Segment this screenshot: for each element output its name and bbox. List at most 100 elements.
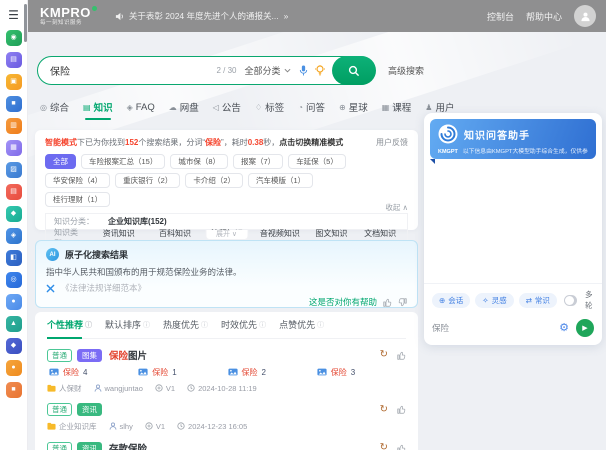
tab-FAQ[interactable]: ◈FAQ bbox=[127, 100, 155, 120]
assistant-settings-icon[interactable]: ⚙ bbox=[559, 323, 569, 334]
meta-author[interactable]: wangjuntao bbox=[94, 384, 143, 394]
sort-tab-个性推荐[interactable]: 个性推荐ⓘ bbox=[47, 318, 92, 333]
badge-app-icon[interactable]: ◈ bbox=[6, 228, 22, 244]
search-input[interactable]: 保险 bbox=[50, 63, 216, 78]
notes-app-icon[interactable]: ▤ bbox=[6, 184, 22, 200]
building-app-icon[interactable]: ▦ bbox=[6, 140, 22, 156]
image-link[interactable]: 保险3 bbox=[317, 367, 406, 378]
filter-chip[interactable]: 车延保（5） bbox=[288, 154, 346, 169]
meta-folder-icon bbox=[47, 422, 56, 432]
briefcase-app-icon[interactable]: ■ bbox=[6, 96, 22, 112]
message-app-icon[interactable]: ● bbox=[6, 294, 22, 310]
sidebar-scrollbar[interactable] bbox=[24, 4, 27, 42]
box-app-icon[interactable]: ◧ bbox=[6, 250, 22, 266]
assistant-input[interactable]: 保险 bbox=[432, 322, 559, 334]
expand-filters-button[interactable]: 展开 ∨ bbox=[205, 230, 248, 240]
chat-app-icon[interactable]: ◉ bbox=[6, 30, 22, 46]
assistant-action-会话[interactable]: ⊕会话 bbox=[432, 293, 470, 308]
menu-toggle-icon[interactable]: ☰ bbox=[6, 8, 22, 22]
send-button[interactable]: ▶ bbox=[576, 319, 594, 337]
refresh-icon[interactable]: ↻ bbox=[380, 350, 388, 360]
pie-app-icon[interactable]: ● bbox=[6, 360, 22, 376]
tab-label: 网盘 bbox=[180, 100, 199, 114]
assistant-action-灵感[interactable]: ✧灵感 bbox=[475, 293, 513, 308]
thumbs-up-icon[interactable] bbox=[397, 405, 406, 414]
tab-icon: ♢ bbox=[255, 103, 262, 112]
ai-source-link[interactable]: 《法律法规详细范本》 bbox=[46, 282, 407, 294]
shield-app-icon[interactable]: ■ bbox=[6, 382, 22, 398]
smart-tips-icon[interactable] bbox=[315, 65, 325, 76]
precise-mode-switch[interactable]: 点击切换精准模式 bbox=[279, 137, 343, 148]
assistant-action-常识[interactable]: ⇄常识 bbox=[519, 293, 557, 308]
category-dropdown[interactable]: 全部分类 bbox=[244, 64, 290, 77]
tab-知识[interactable]: ▤知识 bbox=[83, 100, 113, 120]
refresh-icon[interactable]: ↻ bbox=[380, 443, 388, 450]
result-title[interactable]: 存款保险 bbox=[109, 441, 147, 450]
advanced-search-link[interactable]: 高级搜索 bbox=[388, 64, 424, 77]
help-center-link[interactable]: 帮助中心 bbox=[526, 10, 562, 23]
announcement-bar[interactable]: 关于表彰 2024 年度先进个人的通报关... » bbox=[115, 10, 288, 22]
thumbs-down-icon[interactable] bbox=[398, 298, 407, 307]
thumbs-up-icon[interactable] bbox=[383, 298, 392, 307]
search-char-counter: 2 / 30 bbox=[216, 66, 236, 75]
sort-tab-热度优先[interactable]: 热度优先ⓘ bbox=[163, 318, 208, 333]
thumbs-up-icon[interactable] bbox=[397, 444, 406, 450]
tab-icon: ☁ bbox=[169, 103, 177, 112]
console-link[interactable]: 控制台 bbox=[487, 10, 514, 23]
tab-课程[interactable]: ▦课程 bbox=[382, 100, 412, 120]
filter-chip[interactable]: 桂行理财（1） bbox=[45, 192, 110, 207]
filter-value[interactable]: 企业知识库(152) bbox=[108, 216, 167, 227]
filter-chip[interactable]: 卡介绍（2） bbox=[185, 173, 243, 188]
filter-chip[interactable]: 报案（7） bbox=[233, 154, 283, 169]
meta-author[interactable]: slhy bbox=[109, 422, 133, 432]
result-title[interactable]: 保险图片 bbox=[109, 348, 147, 362]
tab-综合[interactable]: ◎综合 bbox=[40, 100, 69, 120]
mountain-app-icon[interactable]: ▲ bbox=[6, 316, 22, 332]
filter-chip[interactable]: 华安保险（4） bbox=[45, 173, 110, 188]
image-link[interactable]: 保险1 bbox=[138, 367, 227, 378]
map-app-icon[interactable]: ◆ bbox=[6, 206, 22, 222]
kmpro-logo[interactable]: KMPRO 每一刻知识服务 bbox=[40, 6, 97, 27]
refresh-icon[interactable]: ↻ bbox=[380, 405, 388, 415]
ribbon-app-icon[interactable]: ◆ bbox=[6, 338, 22, 354]
image-link[interactable]: 保险4 bbox=[49, 367, 138, 378]
tab-星球[interactable]: ⊕星球 bbox=[339, 100, 368, 120]
announcement-more[interactable]: » bbox=[284, 11, 289, 21]
filter-chip[interactable]: 全部 bbox=[45, 154, 76, 169]
search-bar[interactable]: 保险 2 / 30 全部分类 bbox=[37, 56, 375, 85]
filter-chip[interactable]: 城市保（8） bbox=[170, 154, 228, 169]
gear-app-icon[interactable]: ◎ bbox=[6, 272, 22, 288]
meta-folder[interactable]: 人保财 bbox=[47, 383, 82, 394]
filter-chip[interactable]: 重庆银行（2） bbox=[115, 173, 180, 188]
tab-用户[interactable]: ♟用户 bbox=[425, 100, 454, 120]
sort-tab-点赞优先[interactable]: 点赞优先ⓘ bbox=[279, 318, 324, 333]
image-icon bbox=[317, 368, 327, 378]
tab-标签[interactable]: ♢标签 bbox=[255, 100, 284, 120]
sort-tab-时效优先[interactable]: 时效优先ⓘ bbox=[221, 318, 266, 333]
tab-问答[interactable]: ◔问答 bbox=[298, 100, 325, 120]
smart-mode-label[interactable]: 智能模式 bbox=[45, 137, 77, 148]
thumbs-up-icon[interactable] bbox=[397, 351, 406, 360]
photo-app-icon[interactable]: ▨ bbox=[6, 162, 22, 178]
tab-网盘[interactable]: ☁网盘 bbox=[169, 100, 199, 120]
filter-chip[interactable]: 车险报案汇总（15） bbox=[81, 154, 165, 169]
multi-turn-toggle[interactable] bbox=[564, 295, 577, 306]
result-item[interactable]: 普通资讯存款保险↻◎存款保险的主要目的是为了加强对金融机构的市场检查，促使银行审… bbox=[47, 441, 406, 450]
tab-公告[interactable]: ◁公告 bbox=[213, 100, 241, 120]
result-item[interactable]: 普通图集保险图片↻保险4保险1保险2保险3人保财wangjuntaoV12024… bbox=[47, 348, 406, 394]
tab-icon: ◈ bbox=[127, 103, 133, 112]
search-button[interactable] bbox=[332, 56, 376, 85]
user-avatar[interactable] bbox=[574, 5, 596, 27]
collapse-filters-button[interactable]: 收起 ∧ bbox=[385, 202, 408, 213]
filter-chip[interactable]: 汽车模版（1） bbox=[248, 173, 313, 188]
document-app-icon[interactable]: ▥ bbox=[6, 118, 22, 134]
book-app-icon[interactable]: ▤ bbox=[6, 52, 22, 68]
meta-folder[interactable]: 企业知识库 bbox=[47, 421, 97, 432]
sort-tab-默认排序[interactable]: 默认排序ⓘ bbox=[105, 318, 150, 333]
user-feedback-link[interactable]: 用户反馈 bbox=[376, 137, 408, 148]
result-head: 普通资讯↻ bbox=[47, 403, 406, 416]
voice-search-icon[interactable] bbox=[299, 65, 308, 76]
image-link[interactable]: 保险2 bbox=[228, 367, 317, 378]
folder-app-icon[interactable]: ▣ bbox=[6, 74, 22, 90]
result-item[interactable]: 普通资讯↻企业知识库slhyV12024-12-23 16:05 bbox=[47, 403, 406, 432]
